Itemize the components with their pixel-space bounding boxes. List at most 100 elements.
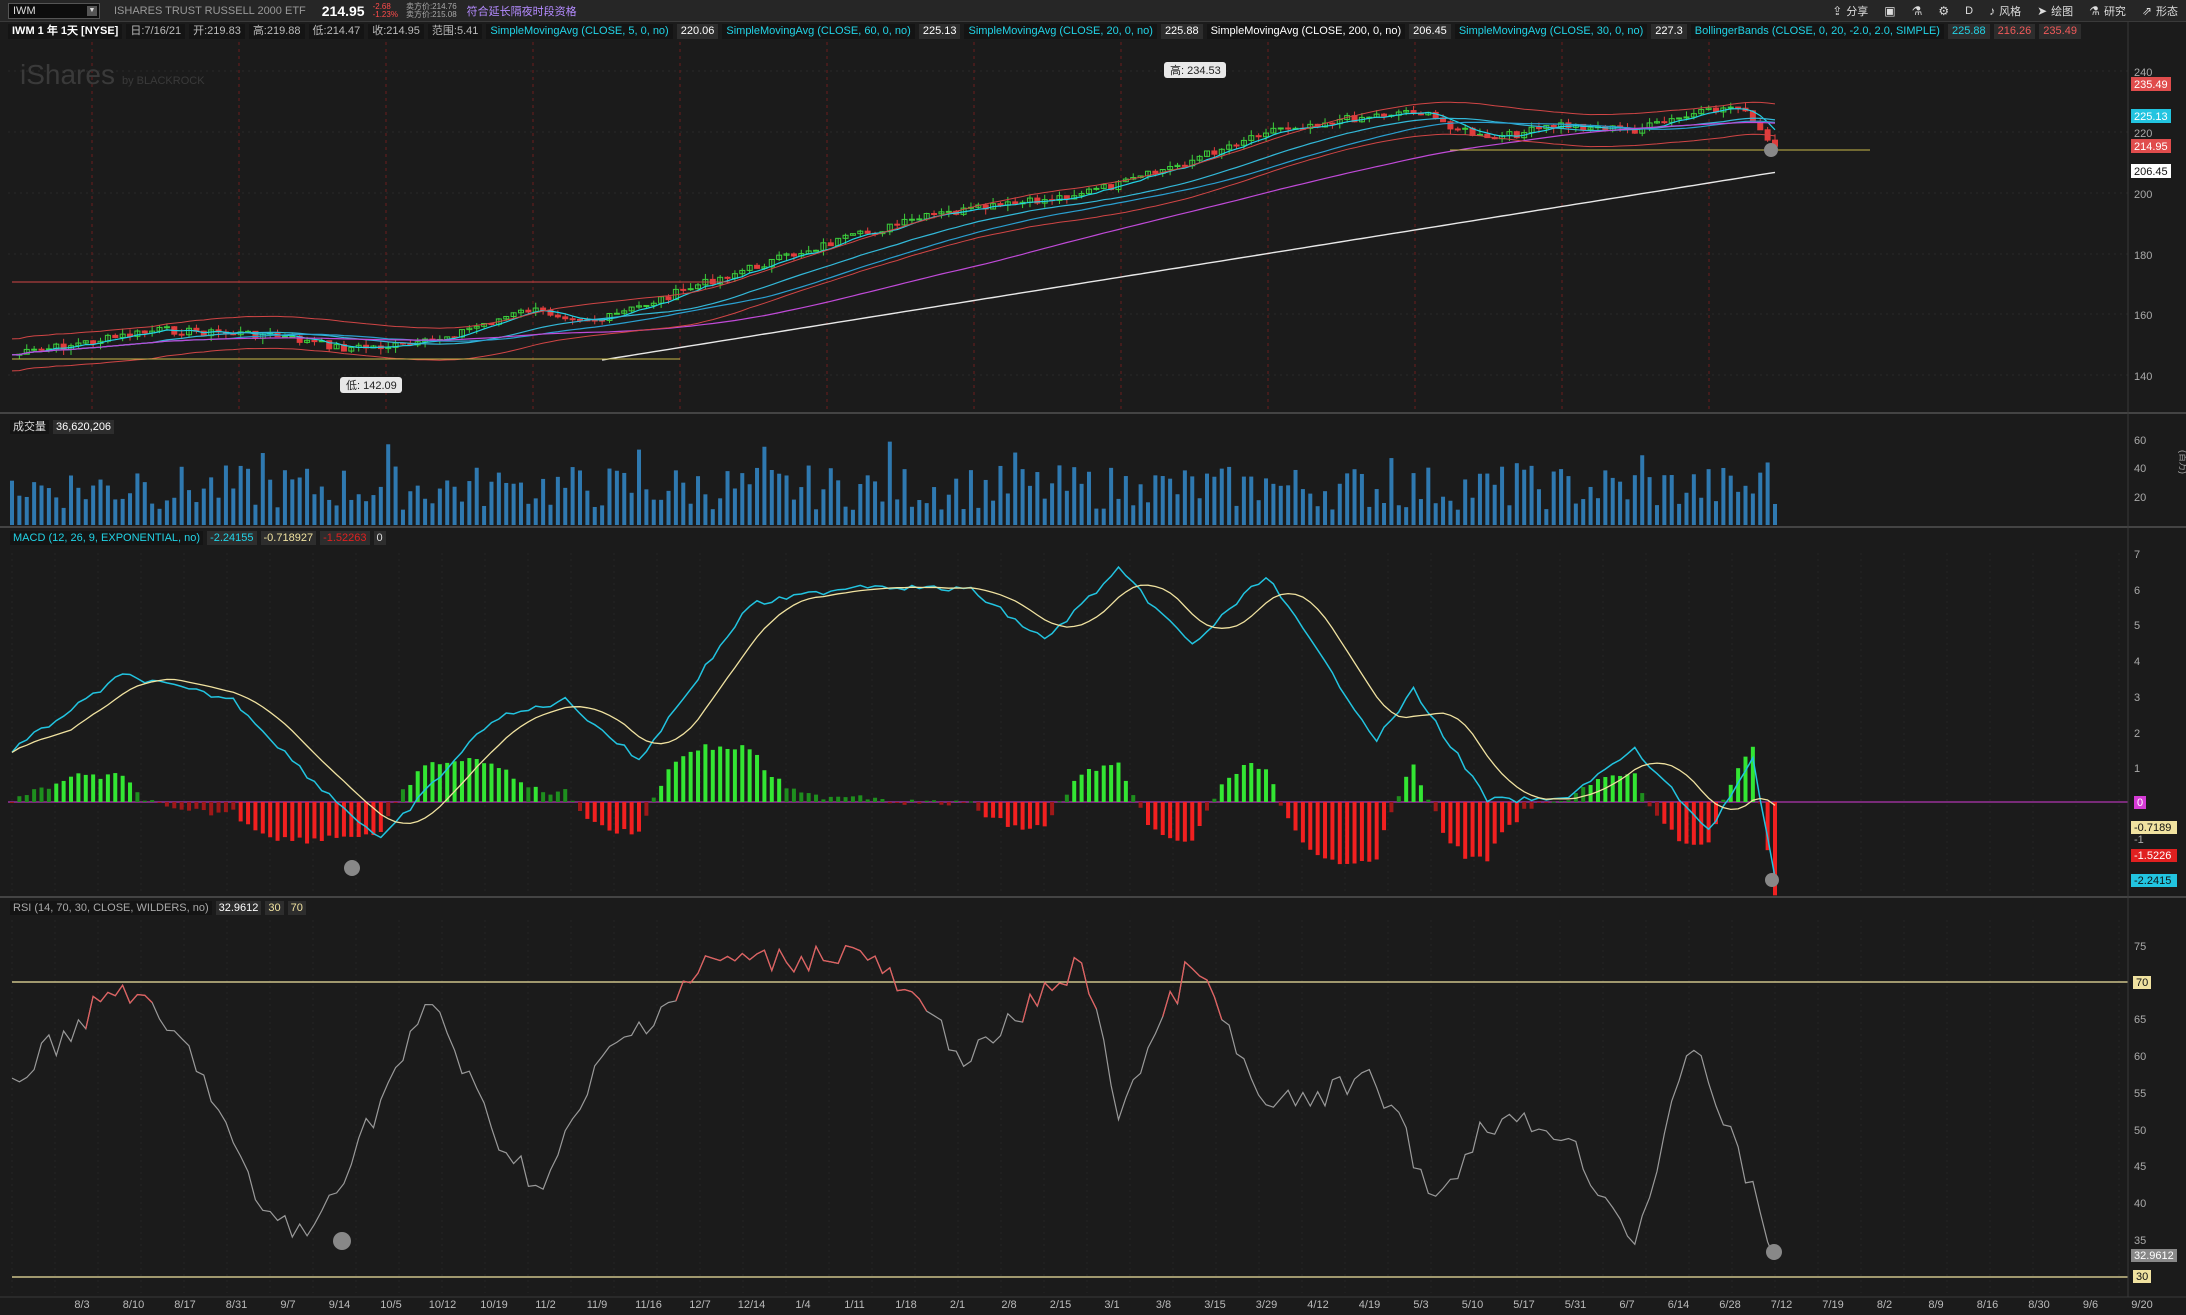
volume-bar xyxy=(570,467,575,525)
chart-canvas[interactable]: iShares by BLACKROCK 高: 234.53 低: 142.09… xyxy=(0,0,2186,1315)
macd-histogram-bar xyxy=(201,802,206,811)
macd-histogram-bar xyxy=(69,776,74,802)
volume-axis: 60 40 20 (百万) xyxy=(2134,435,2186,504)
time-axis-label: 6/7 xyxy=(1619,1299,1634,1311)
candle-body xyxy=(525,309,532,313)
candle-body xyxy=(680,288,687,291)
volume-bar xyxy=(135,473,140,525)
volume-bar xyxy=(1352,469,1357,525)
macd-histogram-bar xyxy=(651,797,656,802)
macd-zero-value: 0 xyxy=(373,531,386,545)
volume-bar xyxy=(850,509,855,525)
volume-bar xyxy=(555,476,560,525)
volume-bar xyxy=(1455,509,1460,525)
volume-bar xyxy=(806,465,811,525)
macd-tick: 3 xyxy=(2134,692,2140,704)
candle-body xyxy=(1152,170,1159,174)
macd-histogram-bar xyxy=(791,788,796,802)
volume-bar xyxy=(755,467,760,525)
macd-histogram-bar xyxy=(769,776,774,802)
volume-bar xyxy=(1544,509,1549,525)
macd-histogram-bar xyxy=(1411,764,1416,802)
volume-bar xyxy=(319,486,324,525)
macd-histogram-bar xyxy=(39,787,44,802)
volume-bar xyxy=(725,471,730,525)
volume-bar xyxy=(991,500,996,525)
volume-bar xyxy=(24,496,29,525)
volume-bar xyxy=(998,465,1003,525)
volume-bar xyxy=(1145,502,1150,525)
macd-histogram-bar xyxy=(356,802,361,837)
macd-histogram-bar xyxy=(1323,802,1328,859)
macd-histogram-bar xyxy=(511,778,516,802)
macd-histogram-bar xyxy=(1507,802,1512,825)
watermark-sub: by BLACKROCK xyxy=(122,75,205,87)
volume-bar xyxy=(364,501,369,525)
macd-histogram-bar xyxy=(1020,802,1025,830)
candle-body xyxy=(178,333,185,336)
macd-histogram-bar xyxy=(1477,802,1482,857)
volume-bar xyxy=(784,475,789,525)
volume-bar xyxy=(1647,477,1652,525)
volume-bar xyxy=(297,477,302,525)
macd-histogram-bar xyxy=(954,800,959,802)
macd-histogram-bar xyxy=(1256,768,1261,802)
macd-histogram-bar xyxy=(850,796,855,802)
volume-value: 36,620,206 xyxy=(53,420,115,434)
rsi-tick: 75 xyxy=(2134,941,2146,953)
volume-bar xyxy=(467,481,472,525)
macd-histogram-bar xyxy=(452,761,457,802)
macd-tick: 4 xyxy=(2134,656,2140,668)
volume-bar xyxy=(961,509,966,525)
candle-body xyxy=(112,334,119,338)
volume-bar xyxy=(548,504,553,525)
candle-body xyxy=(1676,117,1683,120)
volume-bar xyxy=(1411,473,1416,525)
macd-label[interactable]: MACD (12, 26, 9, EXPONENTIAL, no) xyxy=(10,531,204,545)
macd-histogram-bar xyxy=(1492,802,1497,844)
volume-bar xyxy=(673,470,678,525)
macd-histogram-bar xyxy=(806,793,811,802)
candle-body xyxy=(1063,195,1070,200)
price-panel-bg xyxy=(8,42,2128,412)
volume-header: 成交量 36,620,206 xyxy=(10,420,115,434)
volume-tick: 40 xyxy=(2134,463,2146,475)
volume-bar xyxy=(1463,479,1468,525)
volume-bar xyxy=(732,488,737,525)
candle-body xyxy=(141,330,148,334)
macd-histogram-bar xyxy=(887,802,892,804)
volume-bar xyxy=(747,484,752,525)
macd-histogram-bar xyxy=(312,802,317,839)
candle-body xyxy=(1410,110,1417,114)
volume-bar xyxy=(858,484,863,525)
volume-bar xyxy=(400,509,405,525)
macd-histogram-bar xyxy=(98,778,103,802)
volume-bar xyxy=(1773,503,1777,525)
volume-label[interactable]: 成交量 xyxy=(10,420,49,434)
candle-body xyxy=(540,307,547,311)
macd-histogram-bar xyxy=(681,756,686,802)
volume-bar xyxy=(423,498,428,525)
macd-histogram-bar xyxy=(128,782,133,802)
macd-histogram-bar xyxy=(393,802,398,803)
macd-histogram-bar xyxy=(880,799,885,802)
macd-histogram-bar xyxy=(246,802,251,825)
volume-bar xyxy=(828,468,833,525)
tag-rsi-value: 32.9612 xyxy=(2134,1250,2174,1262)
volume-bar xyxy=(334,505,339,525)
macd-histogram-bar xyxy=(172,802,177,809)
time-axis-label: 5/3 xyxy=(1413,1299,1428,1311)
macd-histogram-bar xyxy=(1219,784,1224,802)
macd-histogram-bar xyxy=(932,800,937,802)
macd-histogram-bar xyxy=(1470,802,1475,857)
tag-rsi-overbought: 70 xyxy=(2136,977,2148,989)
volume-bar xyxy=(917,500,922,525)
volume-bar xyxy=(799,487,804,525)
volume-bar xyxy=(223,465,228,525)
volume-bar xyxy=(1396,505,1401,525)
rsi-label[interactable]: RSI (14, 70, 30, CLOSE, WILDERS, no) xyxy=(10,901,212,915)
volume-bar xyxy=(1286,485,1291,525)
volume-bar xyxy=(356,494,361,525)
macd-histogram-bar xyxy=(1138,802,1143,808)
volume-bar xyxy=(17,495,22,525)
